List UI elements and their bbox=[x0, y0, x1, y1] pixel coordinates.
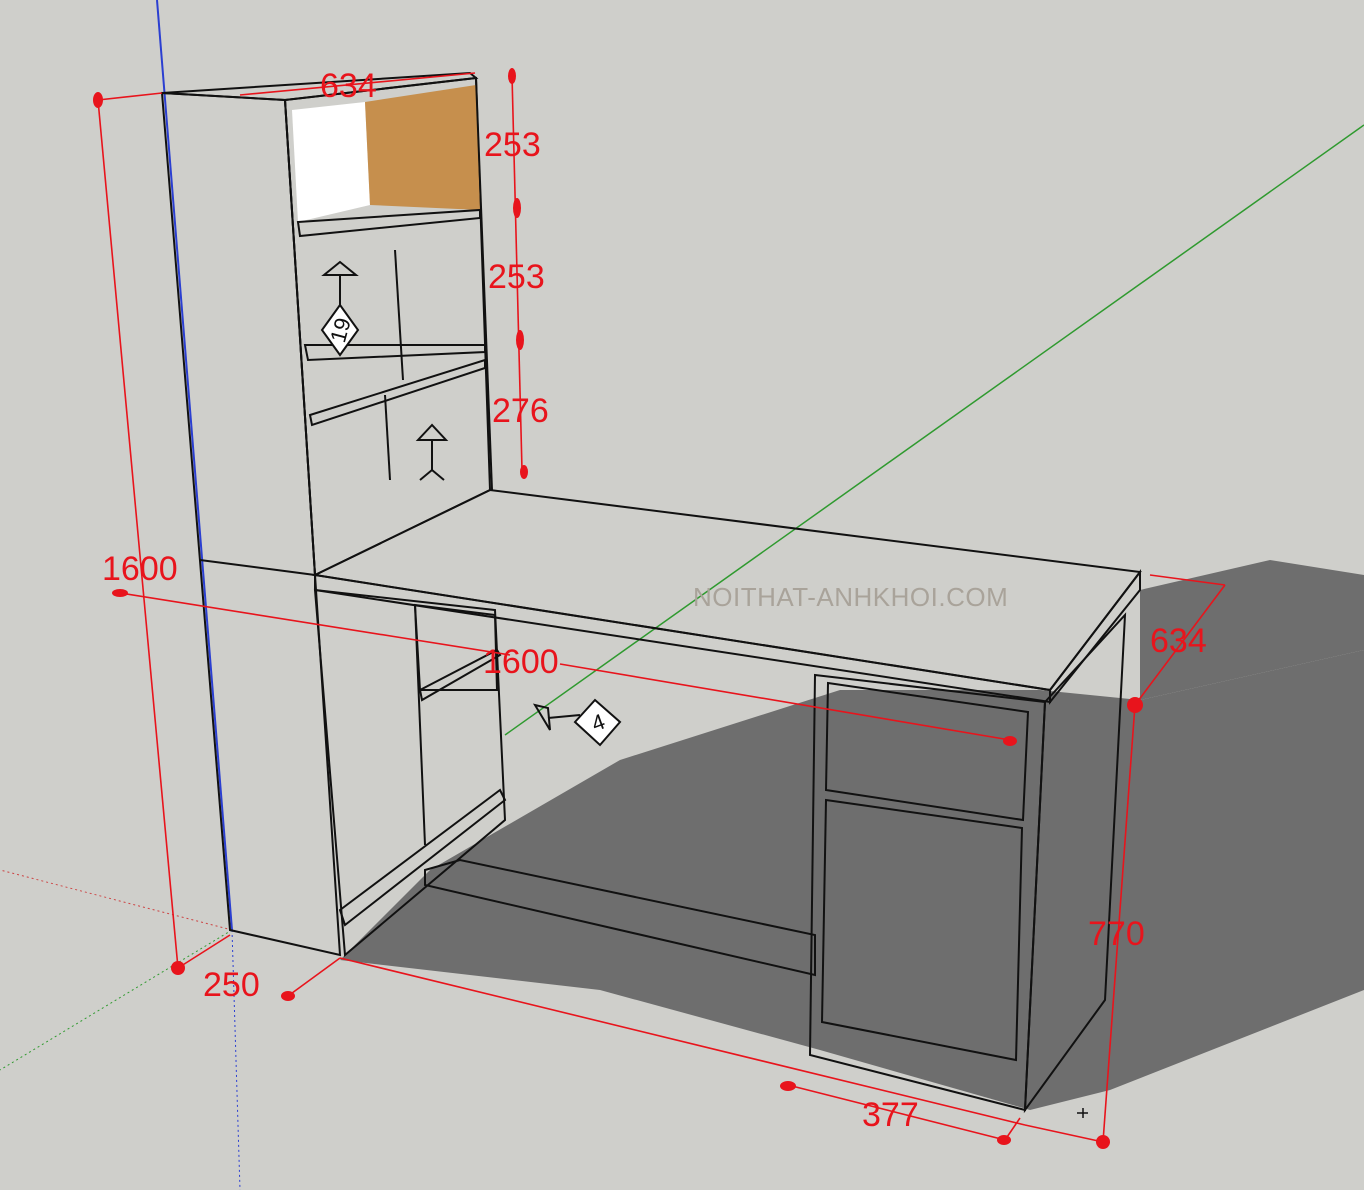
shelf-3 bbox=[308, 358, 486, 427]
blue-axis bbox=[156, 0, 233, 931]
dim-total-height: 1600 bbox=[102, 550, 178, 588]
dim-cabinet-width: 377 bbox=[862, 1096, 919, 1134]
dim-desk-length: 1600 bbox=[483, 643, 559, 681]
section-arrow-icon bbox=[321, 260, 359, 276]
section-arrow-icon-2 bbox=[415, 423, 449, 441]
dim-tower-depth: 250 bbox=[203, 966, 260, 1004]
dim-top-depth: 634 bbox=[320, 67, 377, 105]
watermark-text: NOITHAT-ANHKHOI.COM bbox=[693, 582, 1008, 612]
green-axis-dotted bbox=[0, 929, 233, 1071]
dim-desk-depth: 634 bbox=[1150, 622, 1207, 660]
sketchup-viewport: 19 4 634 253 253 276 1600 1600 634 770 2… bbox=[0, 0, 1364, 1190]
top-cell-wall bbox=[365, 85, 480, 210]
dim-desk-height: 770 bbox=[1088, 915, 1145, 953]
dim-shelf-2: 253 bbox=[488, 258, 545, 296]
dim-shelf-1: 253 bbox=[484, 126, 541, 164]
tower-side-panel bbox=[160, 91, 342, 957]
red-axis-dotted bbox=[0, 869, 233, 931]
dim-shelf-3: 276 bbox=[492, 392, 549, 430]
top-cell-opening bbox=[292, 102, 370, 222]
shelf-2 bbox=[303, 344, 486, 362]
cursor-icon bbox=[1077, 1108, 1088, 1118]
